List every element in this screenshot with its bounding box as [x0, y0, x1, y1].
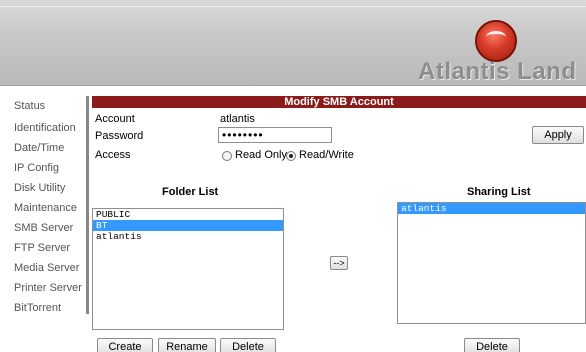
- folder-listbox[interactable]: PUBLIC BT atlantis: [92, 208, 284, 330]
- apply-button[interactable]: Apply: [532, 126, 584, 144]
- sidebar-item-ftp-server[interactable]: FTP Server: [14, 242, 70, 254]
- section-title: Modify SMB Account: [92, 96, 586, 108]
- delete-sharing-button[interactable]: Delete: [464, 338, 520, 352]
- sidebar-item-disk-utility[interactable]: Disk Utility: [14, 182, 65, 194]
- sidebar-item-maintenance[interactable]: Maintenance: [14, 202, 77, 214]
- sharing-item-atlantis[interactable]: atlantis: [398, 203, 585, 214]
- delete-folder-button[interactable]: Delete: [220, 338, 276, 352]
- logo-ball-icon: [475, 20, 517, 62]
- sidebar-item-date-time[interactable]: Date/Time: [14, 142, 64, 154]
- rename-folder-button[interactable]: Rename: [158, 338, 216, 352]
- account-value: atlantis: [220, 113, 255, 125]
- sidebar-item-smb-server[interactable]: SMB Server: [14, 222, 73, 234]
- password-field[interactable]: ••••••••: [218, 127, 332, 143]
- read-write-label[interactable]: Read/Write: [299, 149, 354, 161]
- create-folder-button[interactable]: Create: [97, 338, 153, 352]
- banner-top-line: [0, 6, 586, 7]
- sidebar-item-identification[interactable]: Identification: [14, 122, 76, 134]
- sidebar-item-printer-server[interactable]: Printer Server: [14, 282, 82, 294]
- sidebar-item-ip-config[interactable]: IP Config: [14, 162, 59, 174]
- sidebar-item-media-server[interactable]: Media Server: [14, 262, 79, 274]
- sidebar-item-status[interactable]: Status: [14, 100, 45, 112]
- password-label: Password: [95, 130, 144, 142]
- access-label: Access: [95, 149, 131, 161]
- sharing-listbox[interactable]: atlantis: [397, 202, 586, 324]
- sidebar-item-bittorrent[interactable]: BitTorrent: [14, 302, 61, 314]
- add-to-sharing-button[interactable]: -->: [330, 256, 348, 270]
- header-banner: Atlantis Land: [0, 0, 586, 86]
- sidebar-divider: [86, 96, 89, 314]
- folder-item-public[interactable]: PUBLIC: [93, 209, 283, 220]
- folder-item-bt[interactable]: BT: [93, 220, 283, 231]
- sharing-list-title: Sharing List: [467, 186, 531, 198]
- folder-item-atlantis[interactable]: atlantis: [93, 231, 283, 242]
- read-only-radio[interactable]: [222, 151, 232, 161]
- folder-list-title: Folder List: [162, 186, 219, 198]
- read-write-radio[interactable]: [286, 151, 296, 161]
- read-only-label[interactable]: Read Only: [235, 149, 287, 161]
- brand-logo-text: Atlantis Land: [418, 58, 577, 85]
- account-label: Account: [95, 113, 135, 125]
